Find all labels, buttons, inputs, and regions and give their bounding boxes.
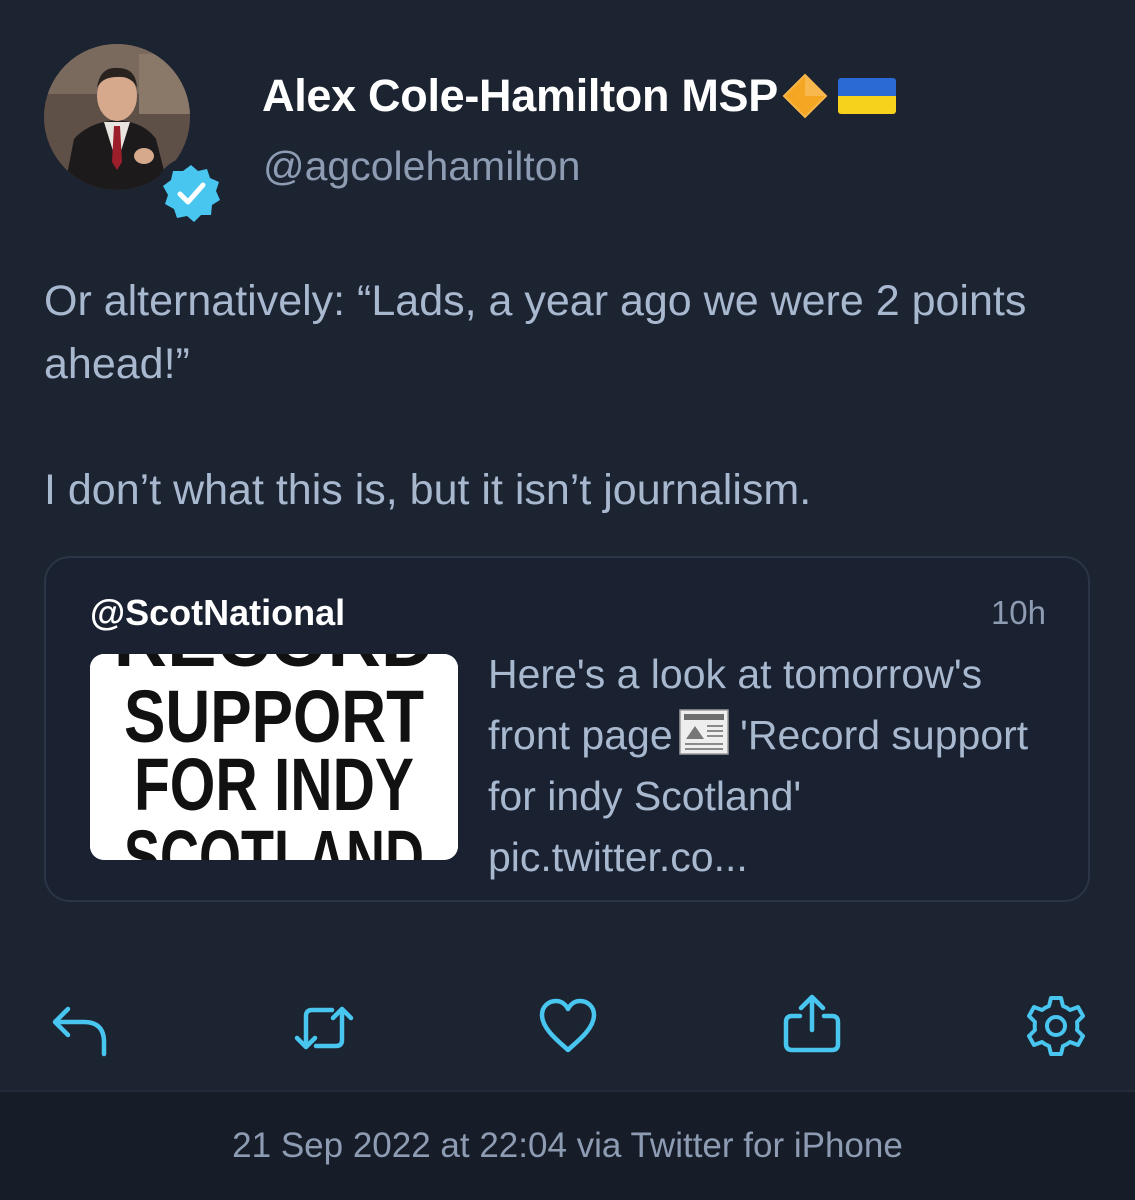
reply-icon xyxy=(52,1006,107,1057)
tweet-footer: 21 Sep 2022 at 22:04 via Twitter for iPh… xyxy=(0,1090,1135,1200)
verified-badge xyxy=(155,157,227,229)
newspaper-icon xyxy=(678,709,729,755)
tweet-body: Or alternatively: “Lads, a year ago we w… xyxy=(44,270,1104,522)
tweet-timestamp: 21 Sep 2022 at 22:04 via Twitter for iPh… xyxy=(232,1126,903,1165)
reply-button[interactable] xyxy=(46,996,110,1060)
author-handle[interactable]: @agcolehamilton xyxy=(263,143,580,190)
retweet-icon xyxy=(294,1006,354,1050)
retweet-button[interactable] xyxy=(292,996,356,1060)
orange-diamond-icon xyxy=(782,73,828,119)
tweet-paragraph-gap xyxy=(44,396,1104,459)
share-button[interactable] xyxy=(780,992,844,1056)
quoted-tweet-handle: @ScotNational xyxy=(90,592,346,633)
quoted-tweet-text: Here's a look at tomorrow's front page '… xyxy=(488,644,1068,888)
tweet-line-2: I don’t what this is, but it isn’t journ… xyxy=(44,466,812,514)
front-page-thumbnail: RECORD SUPPORT FOR INDY SCOTLAND xyxy=(90,654,458,860)
like-icon xyxy=(539,998,597,1053)
like-button[interactable] xyxy=(536,994,600,1058)
display-name[interactable]: Alex Cole-Hamilton MSP xyxy=(262,70,896,122)
thumbnail-line-3: FOR INDY xyxy=(134,743,414,826)
quoted-tweet-card[interactable]: @ScotNational 10h RECORD SUPPORT FOR IND… xyxy=(44,556,1090,902)
settings-icon xyxy=(1027,996,1085,1056)
settings-button[interactable] xyxy=(1024,994,1088,1058)
quoted-tweet-thumbnail[interactable]: RECORD SUPPORT FOR INDY SCOTLAND xyxy=(90,654,458,860)
tweet-detail: Alex Cole-Hamilton MSP @agcolehamilton O… xyxy=(0,0,1135,1090)
quoted-tweet-time: 10h xyxy=(990,594,1046,631)
thumbnail-line-4: SCOTLAND xyxy=(124,815,424,860)
display-name-text: Alex Cole-Hamilton MSP xyxy=(262,70,778,121)
verified-icon xyxy=(163,165,220,222)
share-icon xyxy=(783,994,841,1053)
tweet-line-1: Or alternatively: “Lads, a year ago we w… xyxy=(44,277,1027,388)
ukraine-flag-icon xyxy=(837,78,896,114)
